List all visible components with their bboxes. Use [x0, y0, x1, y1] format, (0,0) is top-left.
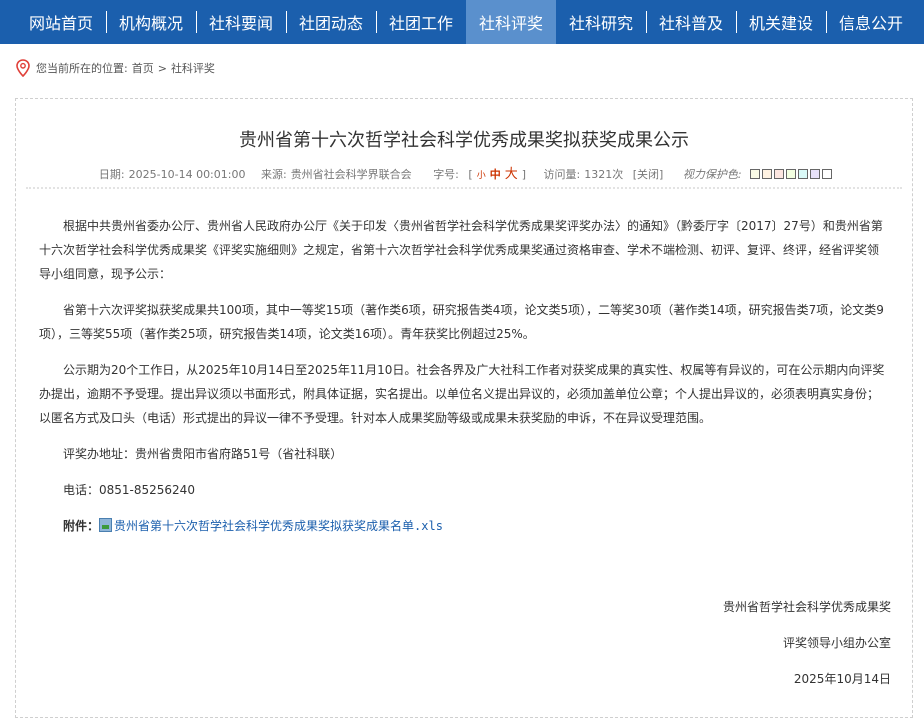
nav-item-awards[interactable]: 社科评奖 [466, 0, 556, 44]
paragraph-notice-period: 公示期为20个工作日，从2025年10月14日至2025年11月10日。社会各界… [39, 363, 885, 425]
signature-block: 贵州省哲学社会科学优秀成果奖 评奖领导小组办公室 2025年10月14日 [723, 589, 891, 697]
attachment-row: 附件： 贵州省第十六次哲学社会科学优秀成果奖拟获奖成果名单.xls [39, 514, 889, 538]
breadcrumb-prefix: 您当前所在的位置: [36, 62, 128, 75]
paragraph-address: 评奖办地址：贵州省贵阳市省府路51号（省社科联） [63, 447, 343, 461]
eye-color-swatch-7[interactable] [822, 169, 833, 179]
eye-color-swatch-6[interactable] [810, 169, 821, 179]
views-label: 访问量: [543, 168, 581, 181]
eye-color-swatch-1[interactable] [750, 169, 761, 179]
eye-protect-label: 视力保护色: [682, 168, 742, 181]
date-label: 日期: [98, 168, 125, 181]
eye-protect-swatches [749, 168, 833, 181]
nav-item-disclosure[interactable]: 信息公开 [826, 0, 916, 44]
fontsize-bracket-close: ] [521, 168, 527, 181]
views-value: 1321次 [584, 168, 624, 181]
nav-item-popularization[interactable]: 社科普及 [646, 0, 736, 44]
fontsize-big-button[interactable]: 大 [505, 167, 518, 182]
date-value: 2025-10-14 00:01:00 [128, 168, 246, 181]
nav-item-organ-building[interactable]: 机关建设 [736, 0, 826, 44]
nav-item-research[interactable]: 社科研究 [556, 0, 646, 44]
article-panel: 贵州省第十六次哲学社会科学优秀成果奖拟获奖成果公示 日期: 2025-10-14 … [15, 98, 913, 718]
breadcrumb-home-link[interactable]: 首页 [132, 60, 154, 76]
nav-item-about[interactable]: 机构概况 [106, 0, 196, 44]
fontsize-mid-button[interactable]: 中 [490, 168, 501, 181]
paragraph-phone: 电话：0851-85256240 [63, 483, 195, 497]
nav-item-news[interactable]: 社科要闻 [196, 0, 286, 44]
paragraph-intro: 根据中共贵州省委办公厅、贵州省人民政府办公厅《关于印发〈贵州省哲学社会科学优秀成… [39, 219, 883, 281]
excel-file-icon [99, 518, 113, 532]
signature-org: 贵州省哲学社会科学优秀成果奖 [722, 600, 891, 614]
title-divider [26, 187, 902, 189]
nav-item-society-work[interactable]: 社团工作 [376, 0, 466, 44]
eye-color-swatch-2[interactable] [762, 169, 773, 179]
eye-color-swatch-5[interactable] [798, 169, 809, 179]
attachment-label: 附件： [63, 519, 100, 533]
source-label: 来源: [260, 168, 287, 181]
location-pin-icon [16, 59, 30, 77]
fontsize-label: 字号: [433, 168, 459, 181]
breadcrumb-current-link[interactable]: 社科评奖 [171, 60, 215, 76]
signature-office: 评奖领导小组办公室 [782, 636, 891, 650]
nav-item-home[interactable]: 网站首页 [16, 0, 106, 44]
fontsize-small-button[interactable]: 小 [477, 171, 486, 181]
article-title: 贵州省第十六次哲学社会科学优秀成果奖拟获奖成果公示 [239, 130, 689, 151]
close-link[interactable]: [关闭] [633, 168, 664, 181]
source-value: 贵州省社会科学界联合会 [290, 168, 412, 181]
eye-color-swatch-3[interactable] [774, 169, 785, 179]
article-body: 根据中共贵州省委办公厅、贵州省人民政府办公厅《关于印发〈贵州省哲学社会科学优秀成… [39, 214, 889, 538]
fontsize-bracket-open: [ [468, 168, 473, 181]
attachment-link[interactable]: 贵州省第十六次哲学社会科学优秀成果奖拟获奖成果名单.xls [114, 519, 443, 533]
breadcrumb: 您当前所在的位置: 首页 > 社科评奖 [0, 44, 924, 92]
signature-date: 2025年10月14日 [793, 672, 891, 686]
nav-item-society-updates[interactable]: 社团动态 [286, 0, 376, 44]
top-nav: 网站首页 机构概况 社科要闻 社团动态 社团工作 社科评奖 社科研究 社科普及 … [0, 0, 924, 44]
article-meta: 日期: 2025-10-14 00:01:00 来源: 贵州省社会科学界联合会 字号… [16, 163, 912, 182]
breadcrumb-separator: > [157, 61, 167, 75]
eye-color-swatch-4[interactable] [786, 169, 797, 179]
paragraph-summary: 省第十六次评奖拟获奖成果共100项，其中一等奖15项（著作类6项，研究报告类4项… [39, 303, 884, 341]
